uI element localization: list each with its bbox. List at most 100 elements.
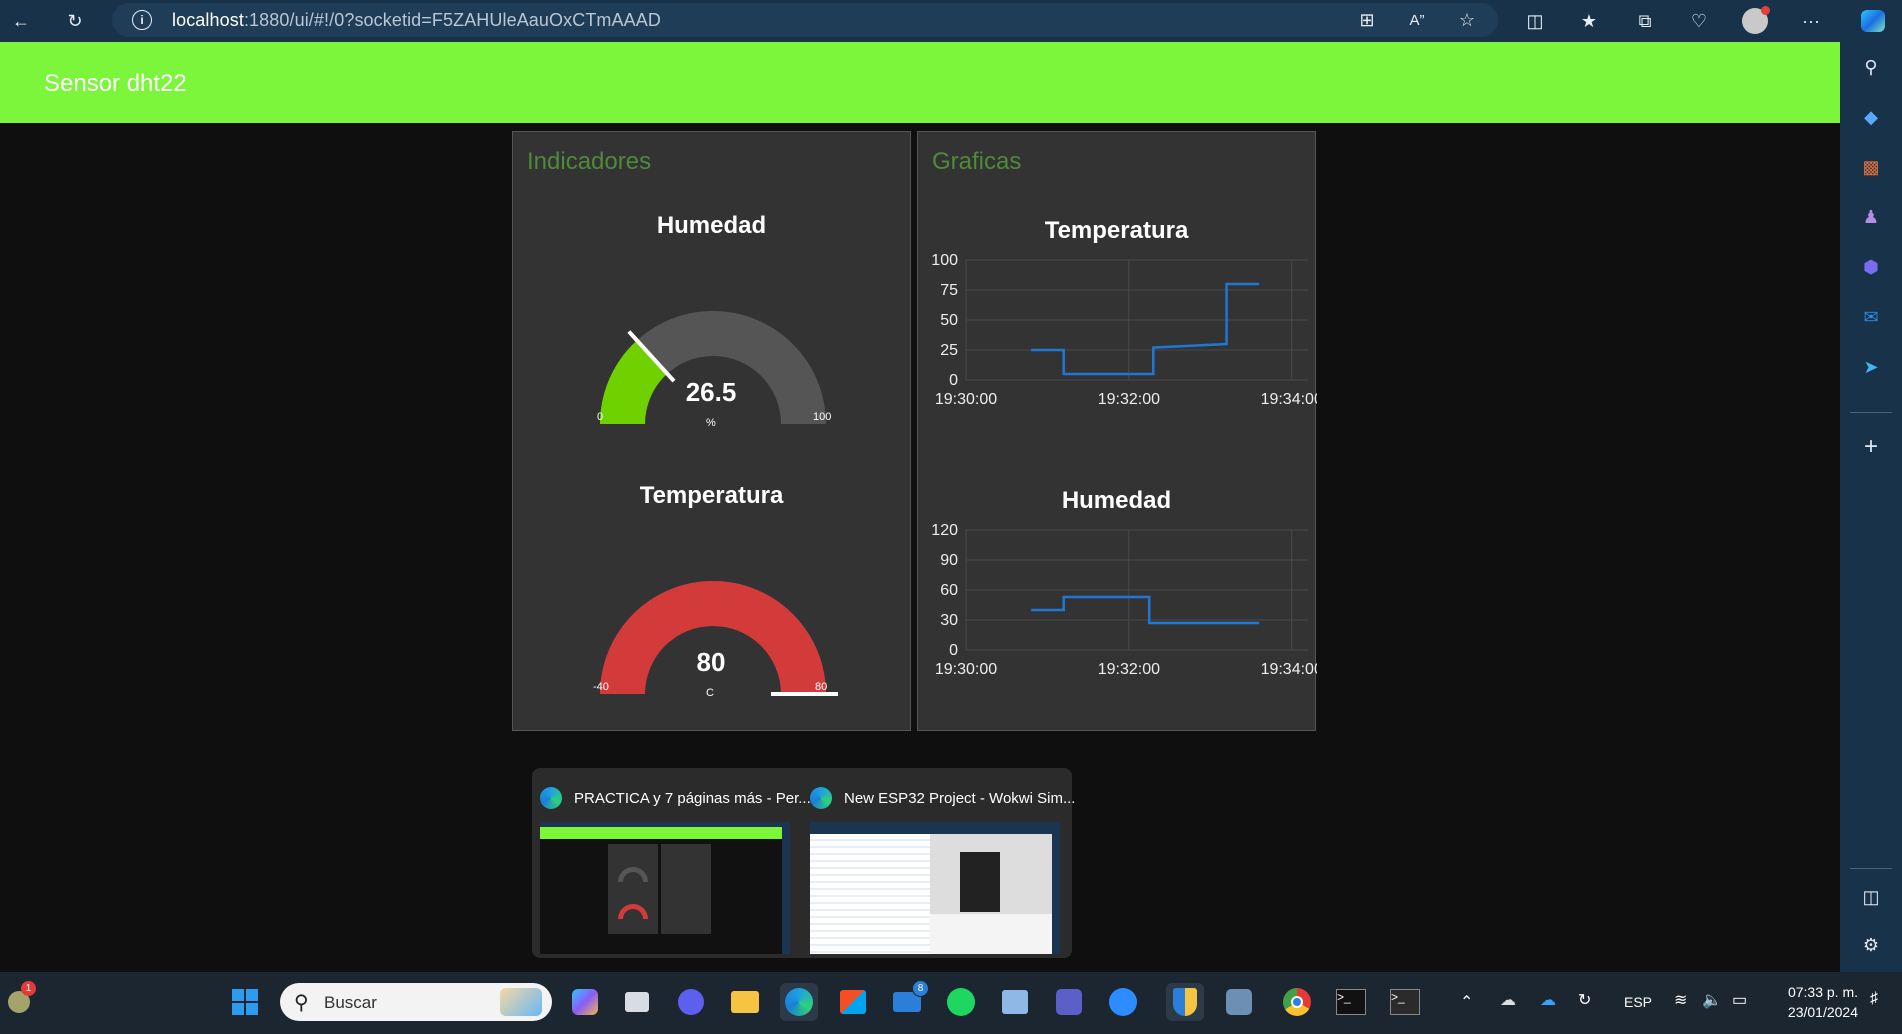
address-bar[interactable]: i localhost:1880/ui/#!/0?socketid=F5ZAHU… [112,3,1498,37]
taskbar-search[interactable]: ⚲ Buscar [280,983,552,1021]
dashboard-title: Sensor dht22 [44,70,187,97]
notification-badge: 1 [21,981,36,996]
gauge-unit: % [706,417,716,429]
dashboard-header: Sensor dht22 [0,42,1840,123]
series-line [1031,595,1260,625]
clock-time[interactable]: 07:33 p. m. [1770,984,1858,1000]
gauge-title: Temperatura [639,482,784,509]
charts-title: Graficas [932,148,1022,175]
tools-briefcase-icon[interactable]: ▩ [1856,152,1886,182]
y-tick-label: 0 [949,372,958,389]
settings-gear-icon[interactable]: ⚙ [1856,930,1886,960]
y-tick-label: 50 [940,312,958,329]
y-tick-label: 0 [949,642,958,659]
edge-taskbar-icon[interactable] [780,983,818,1021]
y-tick-label: 120 [931,522,958,539]
powershell-icon[interactable]: >_ [1386,983,1424,1021]
chart-title: Temperatura [1044,217,1189,244]
gauge-max: 80 [815,681,828,693]
sidebar-divider [1850,868,1892,869]
x-tick-label: 19:30:00 [935,661,997,678]
teams-icon[interactable] [1050,983,1088,1021]
x-tick-label: 19:32:00 [1098,391,1160,408]
sync-icon[interactable]: ↻ [1578,990,1591,1010]
browser-essentials-icon[interactable]: ♡ [1684,6,1714,36]
spotify-icon[interactable] [942,983,980,1021]
store-icon[interactable] [834,983,872,1021]
site-info-icon[interactable]: i [132,10,152,30]
edge-browser-icon [540,787,562,809]
notifications-bell-icon[interactable]: ♯ [1870,990,1878,1008]
copilot-icon[interactable] [1858,6,1888,36]
terminal-icon[interactable]: >_ [1332,983,1370,1021]
outlook-icon[interactable]: ✉ [1856,302,1886,332]
y-tick-label: 100 [931,252,958,269]
task-view-icon[interactable] [618,983,656,1021]
cloud-error-icon[interactable]: ☁ [1500,990,1516,1010]
chrome-icon[interactable] [1278,983,1316,1021]
volume-icon[interactable]: 🔈 [1702,990,1722,1010]
windows-taskbar: 1 ⚲ Buscar 8 >_ >_ ⌃ ☁ ☁ ↻ ESP ≋ 🔈 ▭ 07:… [0,972,1902,1034]
language-indicator[interactable]: ESP [1624,994,1652,1010]
m365-icon[interactable]: ⬢ [1856,252,1886,282]
y-tick-label: 60 [940,582,958,599]
read-aloud-icon[interactable]: A” [1402,5,1432,35]
preview-label: New ESP32 Project - Wokwi Sim... [844,790,1076,807]
y-tick-label: 75 [940,282,958,299]
widgets-icon[interactable]: 1 [0,981,38,1021]
gauge-value: 80 [696,647,726,677]
indicators-title: Indicadores [527,148,652,175]
zoom-icon[interactable] [1104,983,1142,1021]
security-shield-icon[interactable] [1166,983,1204,1021]
x-tick-label: 19:34:00 [1261,391,1317,408]
favorites-icon[interactable]: ★ [1574,6,1604,36]
indicators-card: Indicadores Humedad 26.5 % 0 100 Tempera… [512,131,911,731]
wifi-icon[interactable]: ≋ [1674,990,1687,1010]
collections-icon[interactable]: ⧉ [1630,6,1660,36]
start-windows-icon[interactable] [226,983,264,1021]
preview-label: PRACTICA y 7 páginas más - Per... [574,790,811,807]
mail-badge: 8 [912,980,929,997]
drop-send-icon[interactable]: ➤ [1856,352,1886,382]
mail-icon[interactable]: 8 [888,980,929,1021]
app-available-icon[interactable]: ⊞ [1352,5,1382,35]
preview-thumbnail [540,822,790,954]
search-highlight-icon [500,988,542,1016]
chat-app-icon[interactable] [672,983,710,1021]
gauge-value: 26.5 [685,377,737,407]
clock-date[interactable]: 23/01/2024 [1770,1004,1858,1020]
favorite-star-icon[interactable]: ☆ [1452,5,1482,35]
back-arrow-icon[interactable]: ← [6,6,36,36]
y-tick-label: 90 [940,552,958,569]
browser-sidebar: ⚲ ◆ ▩ ♟ ⬢ ✉ ➤ + ◫ ⚙ [1840,42,1902,972]
snipping-tool-icon[interactable] [1220,983,1258,1021]
more-options-icon[interactable]: ··· [1796,6,1826,36]
search-icon[interactable]: ⚲ [1856,52,1886,82]
shopping-tag-icon[interactable]: ◆ [1856,102,1886,132]
gauge-max: 100 [813,411,832,423]
games-icon[interactable]: ♟ [1856,202,1886,232]
url-text: localhost:1880/ui/#!/0?socketid=F5ZAHUle… [172,10,661,30]
chevron-up-icon[interactable]: ⌃ [1460,992,1473,1012]
browser-toolbar: ← ↻ i localhost:1880/ui/#!/0?socketid=F5… [0,0,1902,42]
temperature-chart: 100 75 50 25 0 19:30:00 19:32:00 19:34:00 [931,252,1317,408]
copilot-app-icon[interactable] [566,983,604,1021]
charts-card: Graficas Temperatura 100 75 50 25 0 19:30:00 1… [917,131,1317,731]
profile-avatar-icon[interactable] [1740,6,1770,36]
hide-sidebar-icon[interactable]: ◫ [1856,882,1886,912]
y-tick-label: 30 [940,612,958,629]
battery-icon[interactable]: ▭ [1732,990,1747,1010]
chart-title: Humedad [1061,487,1172,514]
gauge-unit: C [706,687,714,699]
refresh-icon[interactable]: ↻ [60,6,90,36]
photos-icon[interactable] [996,983,1034,1021]
add-icon[interactable]: + [1856,432,1886,462]
x-tick-label: 19:34:00 [1261,661,1317,678]
edge-browser-icon [810,787,832,809]
split-screen-icon[interactable]: ◫ [1520,6,1550,36]
preview-thumbnail [810,822,1060,954]
file-explorer-icon[interactable] [726,983,764,1021]
search-icon: ⚲ [294,992,309,1014]
onedrive-icon[interactable]: ☁ [1540,990,1556,1010]
gauge-min: -40 [593,681,609,693]
